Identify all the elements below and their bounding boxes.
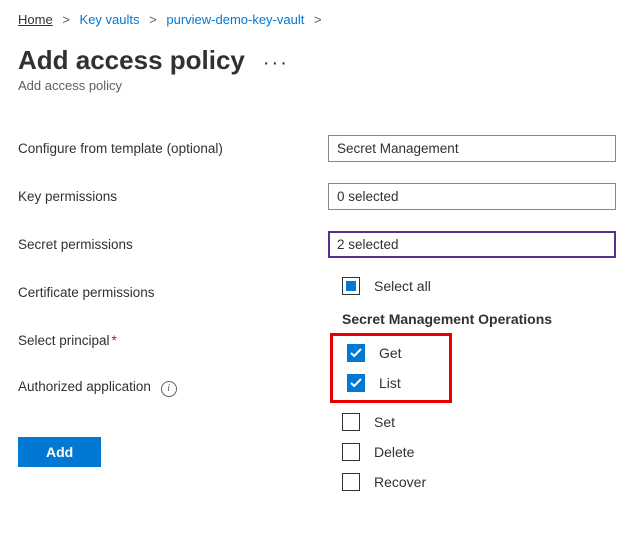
checkbox-checked-icon xyxy=(347,344,365,362)
option-select-all[interactable]: Select all xyxy=(328,271,634,301)
secret-permissions-dropdown: Select all Secret Management Operations … xyxy=(328,265,634,497)
page-title: Add access policy xyxy=(18,45,245,76)
option-list[interactable]: List xyxy=(333,368,449,398)
secret-permissions-label: Secret permissions xyxy=(18,237,328,252)
authorized-application-label: Authorized application i xyxy=(18,379,328,397)
checkbox-unchecked-icon xyxy=(342,473,360,491)
breadcrumb: Home > Key vaults > purview-demo-key-vau… xyxy=(18,12,616,27)
template-label: Configure from template (optional) xyxy=(18,141,328,156)
option-recover[interactable]: Recover xyxy=(328,467,634,497)
checkbox-unchecked-icon xyxy=(342,413,360,431)
option-get[interactable]: Get xyxy=(333,338,449,368)
template-select[interactable]: Secret Management xyxy=(328,135,616,162)
add-button[interactable]: Add xyxy=(18,437,101,467)
certificate-permissions-label: Certificate permissions xyxy=(18,285,328,300)
checkbox-unchecked-icon xyxy=(342,443,360,461)
breadcrumb-keyvaults[interactable]: Key vaults xyxy=(80,12,140,27)
dropdown-group-header: Secret Management Operations xyxy=(328,301,634,333)
page-subtitle: Add access policy xyxy=(18,78,616,93)
select-principal-label: Select principal* xyxy=(18,333,328,348)
secret-permissions-select[interactable]: 2 selected xyxy=(328,231,616,258)
chevron-right-icon: > xyxy=(62,12,70,27)
option-set[interactable]: Set xyxy=(328,407,634,437)
key-permissions-select[interactable]: 0 selected xyxy=(328,183,616,210)
info-icon[interactable]: i xyxy=(161,381,177,397)
chevron-right-icon: > xyxy=(314,12,322,27)
key-permissions-label: Key permissions xyxy=(18,189,328,204)
checkbox-checked-icon xyxy=(347,374,365,392)
option-delete[interactable]: Delete xyxy=(328,437,634,467)
breadcrumb-vaultname[interactable]: purview-demo-key-vault xyxy=(166,12,304,27)
more-actions-button[interactable]: ··· xyxy=(263,52,289,75)
checkbox-indeterminate-icon xyxy=(342,277,360,295)
highlight-annotation: Get List xyxy=(330,333,452,403)
chevron-right-icon: > xyxy=(149,12,157,27)
breadcrumb-home[interactable]: Home xyxy=(18,12,53,27)
